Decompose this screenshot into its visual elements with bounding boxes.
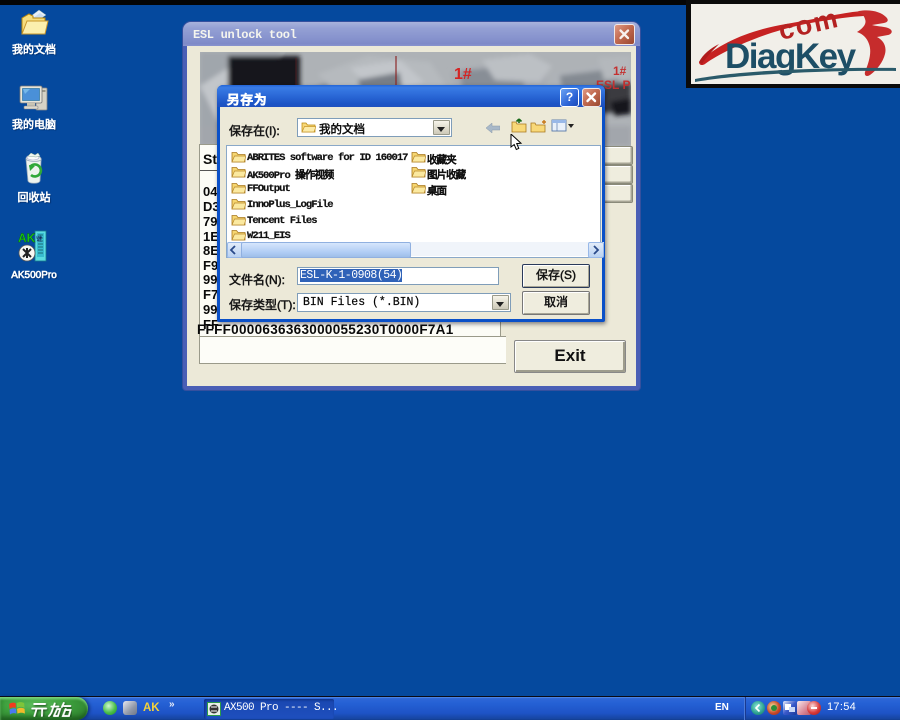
svg-text:1#: 1#	[454, 66, 472, 83]
svg-text:键: 键	[36, 235, 42, 243]
svg-text:1#: 1#	[613, 64, 627, 78]
svg-text:AK: AK	[18, 231, 36, 245]
